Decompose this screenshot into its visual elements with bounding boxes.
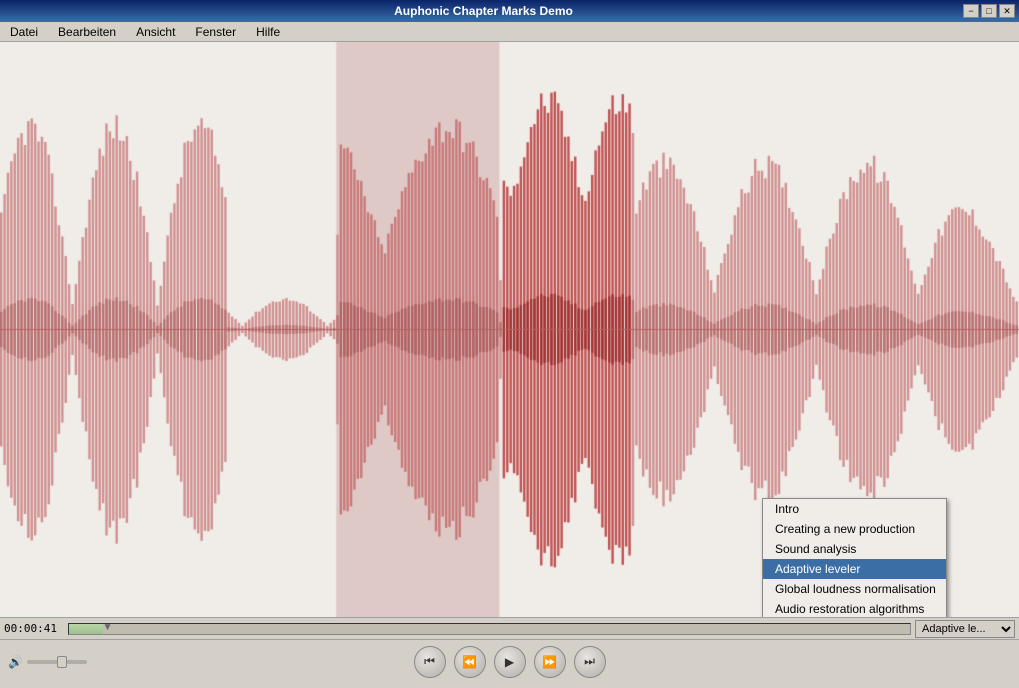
play-button[interactable]: ▶	[494, 646, 526, 678]
time-display: 00:00:41	[4, 622, 64, 635]
chapter-item-creating[interactable]: Creating a new production	[763, 519, 946, 539]
menu-hilfe[interactable]: Hilfe	[250, 23, 286, 41]
minimize-button[interactable]: −	[963, 4, 979, 18]
controls-bar: 🔊 ⏮ ⏪ ▶ ⏩ ⏭	[0, 639, 1019, 683]
chapter-item-adaptive[interactable]: Adaptive leveler	[763, 559, 946, 579]
menu-ansicht[interactable]: Ansicht	[130, 23, 181, 41]
progress-bar[interactable]: ▼	[68, 623, 911, 635]
chapter-select[interactable]: Adaptive le...	[915, 620, 1015, 638]
chapter-item-sound[interactable]: Sound analysis	[763, 539, 946, 559]
menu-bearbeiten[interactable]: Bearbeiten	[52, 23, 122, 41]
main-content: Intro Creating a new production Sound an…	[0, 42, 1019, 617]
skip-forward-button[interactable]: ⏭	[574, 646, 606, 678]
window-controls[interactable]: − □ ✕	[963, 4, 1015, 18]
fast-forward-button[interactable]: ⏩	[534, 646, 566, 678]
volume-control[interactable]: 🔊	[8, 655, 87, 669]
chapter-dropdown-menu[interactable]: Intro Creating a new production Sound an…	[762, 498, 947, 617]
volume-knob[interactable]	[57, 656, 67, 668]
window-title: Auphonic Chapter Marks Demo	[4, 4, 963, 18]
skip-back-button[interactable]: ⏮	[414, 646, 446, 678]
volume-icon: 🔊	[8, 655, 23, 669]
close-button[interactable]: ✕	[999, 4, 1015, 18]
volume-slider[interactable]	[27, 660, 87, 664]
title-bar: Auphonic Chapter Marks Demo − □ ✕	[0, 0, 1019, 22]
menu-fenster[interactable]: Fenster	[189, 23, 242, 41]
chapter-item-intro[interactable]: Intro	[763, 499, 946, 519]
status-bar: 00:00:41 ▼ Adaptive le...	[0, 617, 1019, 639]
playback-controls: ⏮ ⏪ ▶ ⏩ ⏭	[0, 646, 1019, 678]
progress-marker: ▼	[103, 622, 113, 633]
progress-fill	[69, 624, 103, 634]
menu-bar: Datei Bearbeiten Ansicht Fenster Hilfe	[0, 22, 1019, 42]
maximize-button[interactable]: □	[981, 4, 997, 18]
rewind-button[interactable]: ⏪	[454, 646, 486, 678]
chapter-item-global[interactable]: Global loudness normalisation	[763, 579, 946, 599]
menu-datei[interactable]: Datei	[4, 23, 44, 41]
chapter-item-audio-restoration[interactable]: Audio restoration algorithms	[763, 599, 946, 617]
